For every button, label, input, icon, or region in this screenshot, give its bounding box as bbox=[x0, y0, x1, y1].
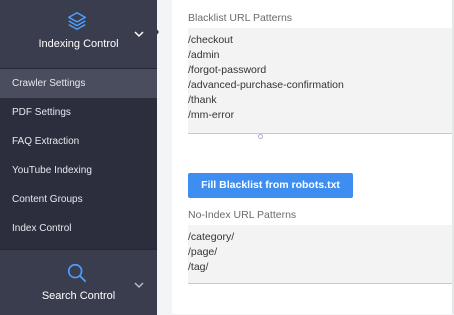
main-content: Blacklist URL Patterns /checkout /admin … bbox=[172, 0, 454, 314]
sidebar-nav-list: Crawler Settings PDF Settings FAQ Extrac… bbox=[0, 69, 157, 243]
sidebar-item-pdf-settings[interactable]: PDF Settings bbox=[0, 98, 157, 127]
sidebar-item-youtube-indexing[interactable]: YouTube Indexing bbox=[0, 156, 157, 185]
sidebar-item-index-control[interactable]: Index Control bbox=[0, 214, 157, 243]
search-control-section[interactable]: Search Control bbox=[0, 249, 157, 315]
sidebar-item-faq-extraction[interactable]: FAQ Extraction bbox=[0, 127, 157, 156]
blacklist-line: /thank bbox=[188, 94, 217, 106]
noindex-line: /page/ bbox=[188, 246, 218, 258]
resize-handle[interactable] bbox=[258, 134, 263, 139]
noindex-textarea[interactable]: /category/ /page/ /tag/ bbox=[188, 225, 452, 284]
search-icon bbox=[67, 263, 87, 283]
blacklist-line: /advanced-purchase-confirmation bbox=[188, 79, 344, 91]
sidebar-item-content-groups[interactable]: Content Groups bbox=[0, 185, 157, 214]
blacklist-line: /admin bbox=[188, 49, 220, 61]
active-section-notch bbox=[153, 24, 159, 40]
sidebar-item-crawler-settings[interactable]: Crawler Settings bbox=[0, 69, 157, 98]
layers-icon bbox=[68, 12, 86, 30]
blacklist-line: /forgot-password bbox=[188, 64, 267, 76]
fill-blacklist-button[interactable]: Fill Blacklist from robots.txt bbox=[188, 173, 353, 198]
blacklist-line: /mm-error bbox=[188, 109, 235, 121]
sidebar: Indexing Control Crawler Settings PDF Se… bbox=[0, 0, 159, 315]
blacklist-line: /checkout bbox=[188, 34, 233, 46]
search-control-label: Search Control bbox=[41, 290, 116, 302]
blacklist-label: Blacklist URL Patterns bbox=[188, 12, 293, 24]
blacklist-textarea[interactable]: /checkout /admin /forgot-password /advan… bbox=[188, 28, 452, 134]
noindex-line: /tag/ bbox=[188, 261, 209, 273]
noindex-line: /category/ bbox=[188, 231, 235, 243]
chevron-down-icon[interactable] bbox=[133, 279, 145, 291]
chevron-down-icon[interactable] bbox=[133, 28, 145, 40]
indexing-control-section[interactable]: Indexing Control bbox=[0, 0, 157, 69]
noindex-label: No-Index URL Patterns bbox=[188, 209, 297, 221]
